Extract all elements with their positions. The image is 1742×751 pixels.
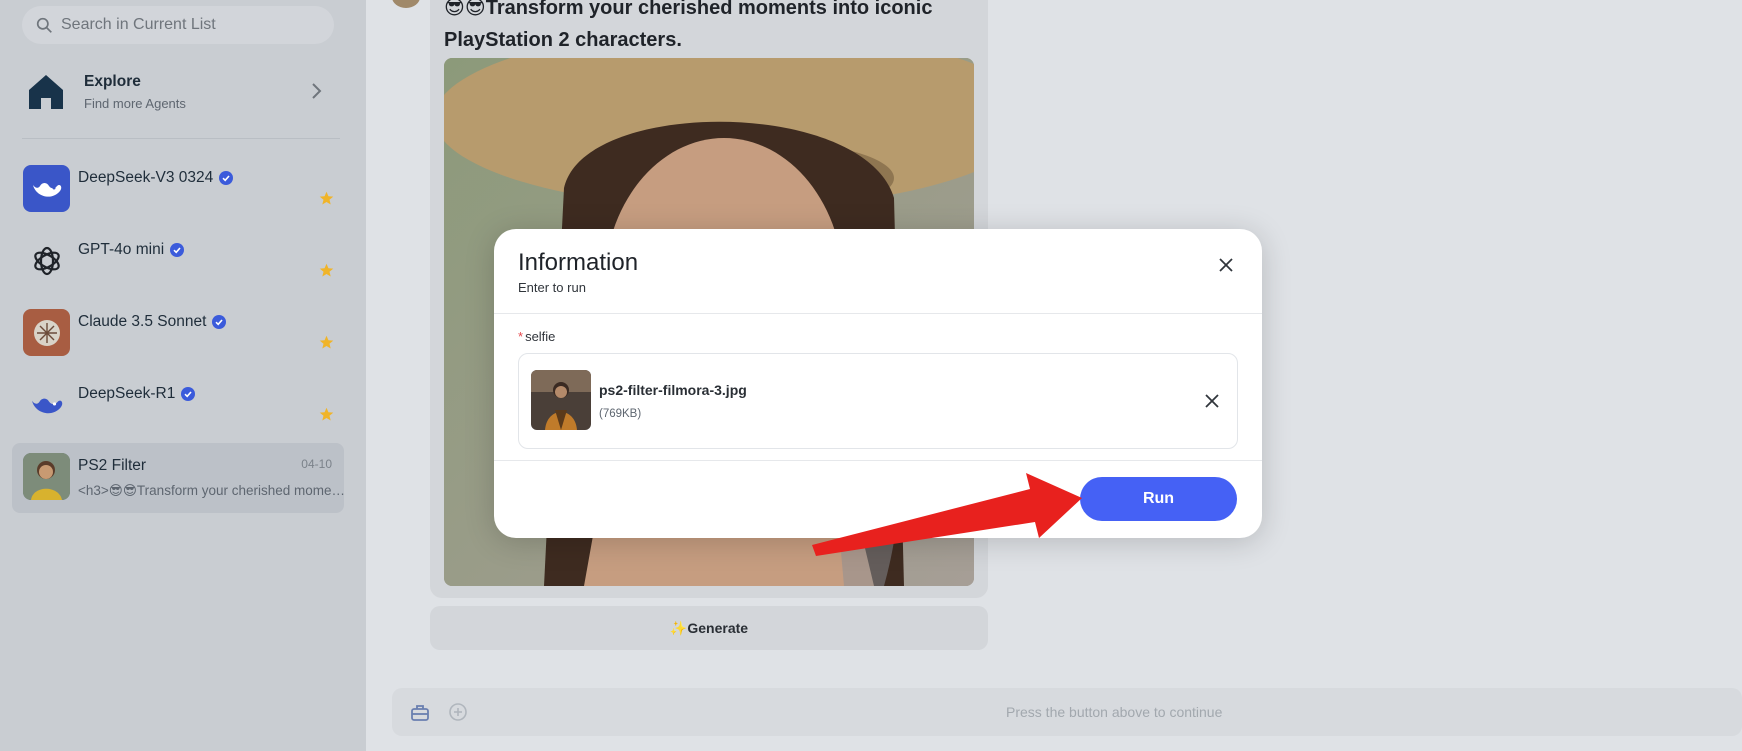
add-circle-icon[interactable] [448,702,468,722]
dialog-divider [494,313,1262,314]
verified-badge-icon [181,387,196,401]
generate-button[interactable]: ✨Generate [430,606,988,650]
close-icon[interactable] [1216,255,1236,275]
selfie-field-label: * selfie [518,329,555,344]
sidebar: Explore Find more Agents DeepSeek-V3 032… [0,0,366,751]
verified-badge-icon [170,243,185,257]
dialog-title: Information [518,249,639,276]
file-name: ps2-filter-filmora-3.jpg [599,382,747,398]
star-icon[interactable] [319,335,334,350]
star-icon[interactable] [319,407,334,422]
explore-title: Explore [84,73,141,90]
claude-logo-icon [23,309,70,356]
uploaded-file-card: ps2-filter-filmora-3.jpg (769KB) [518,353,1238,449]
sidebar-item-claude-3-5-sonnet[interactable]: Claude 3.5 Sonnet [12,301,344,367]
dialog-footer-divider [494,460,1262,461]
required-mark: * [518,329,524,344]
verified-badge-icon [212,315,227,329]
bot-avatar [392,0,420,8]
deepseek-whale-icon [23,381,70,428]
search-icon [36,17,52,33]
file-size: (769KB) [599,408,642,420]
verified-badge-icon [219,171,234,185]
agent-name: GPT-4o mini [78,241,165,258]
home-icon [29,75,63,109]
star-icon[interactable] [319,263,334,278]
explore-link[interactable]: Explore Find more Agents [22,60,334,124]
file-thumbnail [531,370,591,430]
remove-file-icon[interactable] [1203,392,1221,410]
chat-date: 04-10 [301,457,332,471]
sidebar-item-deepseek-v3[interactable]: DeepSeek-V3 0324 [12,157,344,223]
input-hint: Press the button above to continue [1006,704,1223,720]
chevron-right-icon [312,83,322,99]
toolbox-icon[interactable] [410,702,430,722]
explore-subtitle: Find more Agents [84,96,186,111]
chat-preview: <h3>😎😎Transform your cherished moments i… [78,483,346,498]
chat-input-bar: Press the button above to continue [392,688,1742,736]
sidebar-item-gpt-4o-mini[interactable]: GPT-4o mini [12,229,344,295]
agent-name: Claude 3.5 Sonnet [78,313,207,330]
star-icon[interactable] [319,191,334,206]
agent-name: DeepSeek-V3 0324 [78,169,214,186]
deepseek-whale-icon [23,165,70,212]
search-input[interactable] [61,16,321,34]
agent-name: DeepSeek-R1 [78,385,176,402]
search-box[interactable] [22,6,334,44]
field-label-text: selfie [525,329,556,344]
dialog-subtitle: Enter to run [518,280,586,295]
generate-label: ✨Generate [669,619,749,636]
sidebar-item-deepseek-r1[interactable]: DeepSeek-R1 [12,373,344,439]
sidebar-divider [22,138,340,139]
openai-logo-icon [23,237,70,284]
ps2-filter-avatar [23,453,70,500]
run-button[interactable]: Run [1080,477,1237,521]
information-dialog: Information Enter to run * selfie ps2-fil… [494,229,1262,538]
message-title: 😎😎Transform your cherished moments into … [444,0,933,51]
agent-name: PS2 Filter [78,457,147,474]
sidebar-item-ps2-filter[interactable]: PS2 Filter 04-10 <h3>😎😎Transform your ch… [12,443,346,513]
